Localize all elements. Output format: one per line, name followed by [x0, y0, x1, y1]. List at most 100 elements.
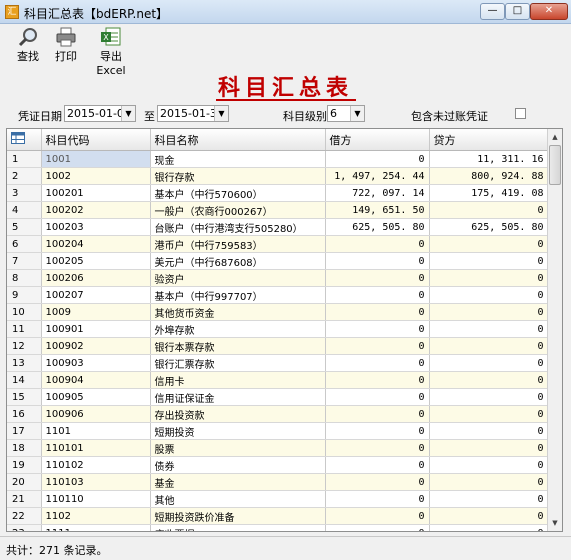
search-button[interactable]: 查找	[14, 27, 42, 64]
column-header-account-name[interactable]: 科目名称	[150, 129, 326, 151]
credit-cell[interactable]: 0	[429, 252, 549, 270]
account-name-cell[interactable]: 股票	[150, 439, 326, 457]
account-code-cell[interactable]: 100905	[41, 388, 151, 406]
debit-cell[interactable]: 0	[325, 354, 430, 372]
credit-cell[interactable]: 0	[429, 303, 549, 321]
date-to-picker[interactable]: 2015-01-31 ▼	[157, 105, 229, 122]
credit-cell[interactable]: 0	[429, 507, 549, 525]
debit-cell[interactable]: 0	[325, 473, 430, 491]
row-number[interactable]: 4	[7, 201, 42, 219]
debit-cell[interactable]: 722, 097. 14	[325, 184, 430, 202]
scroll-down-icon[interactable]: ▼	[549, 516, 561, 530]
level-select[interactable]: 6 ▼	[327, 105, 365, 122]
account-code-cell[interactable]: 100203	[41, 218, 151, 236]
row-number[interactable]: 5	[7, 218, 42, 236]
account-name-cell[interactable]: 验资户	[150, 269, 326, 287]
vertical-scrollbar[interactable]: ▲ ▼	[547, 129, 562, 531]
credit-cell[interactable]: 0	[429, 490, 549, 508]
credit-cell[interactable]: 0	[429, 405, 549, 423]
credit-cell[interactable]: 0	[429, 422, 549, 440]
debit-cell[interactable]: 0	[325, 371, 430, 389]
row-number[interactable]: 10	[7, 303, 42, 321]
credit-cell[interactable]: 0	[429, 439, 549, 457]
account-name-cell[interactable]: 一般户（农商行000267）	[150, 201, 326, 219]
print-button[interactable]: 打印	[52, 27, 80, 64]
account-name-cell[interactable]: 银行存款	[150, 167, 326, 185]
table-row[interactable]: 10 1009 其他货币资金 0 0	[7, 303, 549, 321]
row-number[interactable]: 12	[7, 337, 42, 355]
row-number[interactable]: 8	[7, 269, 42, 287]
credit-cell[interactable]: 0	[429, 320, 549, 338]
account-code-cell[interactable]: 1102	[41, 507, 151, 525]
account-code-cell[interactable]: 1009	[41, 303, 151, 321]
row-number[interactable]: 19	[7, 456, 42, 474]
credit-cell[interactable]: 0	[429, 201, 549, 219]
debit-cell[interactable]: 625, 505. 80	[325, 218, 430, 236]
row-number[interactable]: 14	[7, 371, 42, 389]
debit-cell[interactable]: 0	[325, 507, 430, 525]
debit-cell[interactable]: 0	[325, 303, 430, 321]
debit-cell[interactable]: 0	[325, 320, 430, 338]
credit-cell[interactable]: 0	[429, 269, 549, 287]
account-code-cell[interactable]: 100903	[41, 354, 151, 372]
debit-cell[interactable]: 0	[325, 388, 430, 406]
row-number[interactable]: 15	[7, 388, 42, 406]
column-header-debit[interactable]: 借方	[325, 129, 430, 151]
table-row[interactable]: 20 110103 基金 0 0	[7, 473, 549, 491]
account-name-cell[interactable]: 基本户（中行570600）	[150, 184, 326, 202]
row-number[interactable]: 13	[7, 354, 42, 372]
account-code-cell[interactable]: 1002	[41, 167, 151, 185]
account-name-cell[interactable]: 外埠存款	[150, 320, 326, 338]
account-name-cell[interactable]: 银行汇票存款	[150, 354, 326, 372]
scroll-up-icon[interactable]: ▲	[549, 130, 561, 144]
credit-cell[interactable]: 0	[429, 337, 549, 355]
table-row[interactable]: 16 100906 存出投资款 0 0	[7, 405, 549, 423]
credit-cell[interactable]: 0	[429, 235, 549, 253]
account-code-cell[interactable]: 100904	[41, 371, 151, 389]
debit-cell[interactable]: 0	[325, 150, 430, 168]
debit-cell[interactable]: 0	[325, 422, 430, 440]
chevron-down-icon[interactable]: ▼	[214, 106, 228, 121]
table-row[interactable]: 15 100905 信用证保证金 0 0	[7, 388, 549, 406]
account-name-cell[interactable]: 银行本票存款	[150, 337, 326, 355]
account-name-cell[interactable]: 信用证保证金	[150, 388, 326, 406]
row-number[interactable]: 16	[7, 405, 42, 423]
credit-cell[interactable]: 0	[429, 371, 549, 389]
scrollbar-thumb[interactable]	[549, 145, 561, 185]
account-code-cell[interactable]: 110102	[41, 456, 151, 474]
account-code-cell[interactable]: 100201	[41, 184, 151, 202]
account-name-cell[interactable]: 台账户（中行港湾支行505280）	[150, 218, 326, 236]
account-name-cell[interactable]: 基本户（中行997707）	[150, 286, 326, 304]
row-number[interactable]: 3	[7, 184, 42, 202]
debit-cell[interactable]: 0	[325, 405, 430, 423]
column-header-credit[interactable]: 贷方	[429, 129, 549, 151]
debit-cell[interactable]: 0	[325, 252, 430, 270]
account-code-cell[interactable]: 110110	[41, 490, 151, 508]
credit-cell[interactable]: 800, 924. 88	[429, 167, 549, 185]
row-number[interactable]: 22	[7, 507, 42, 525]
table-row[interactable]: 22 1102 短期投资跌价准备 0 0	[7, 507, 549, 525]
table-row[interactable]: 19 110102 债券 0 0	[7, 456, 549, 474]
maximize-button[interactable]: □	[505, 3, 530, 20]
row-number[interactable]: 9	[7, 286, 42, 304]
table-row[interactable]: 3 100201 基本户（中行570600） 722, 097. 14 175, 419…	[7, 184, 549, 202]
credit-cell[interactable]: 0	[429, 388, 549, 406]
credit-cell[interactable]: 0	[429, 456, 549, 474]
account-code-cell[interactable]: 100207	[41, 286, 151, 304]
account-name-cell[interactable]: 其他货币资金	[150, 303, 326, 321]
account-code-cell[interactable]: 110101	[41, 439, 151, 457]
account-name-cell[interactable]: 港币户（中行759583）	[150, 235, 326, 253]
account-name-cell[interactable]: 基金	[150, 473, 326, 491]
debit-cell[interactable]: 0	[325, 524, 430, 531]
table-row[interactable]: 13 100903 银行汇票存款 0 0	[7, 354, 549, 372]
debit-cell[interactable]: 0	[325, 235, 430, 253]
credit-cell[interactable]: 0	[429, 286, 549, 304]
row-number[interactable]: 21	[7, 490, 42, 508]
minimize-button[interactable]: —	[480, 3, 505, 20]
row-number[interactable]: 20	[7, 473, 42, 491]
column-header-account-code[interactable]: 科目代码	[41, 129, 151, 151]
debit-cell[interactable]: 0	[325, 456, 430, 474]
account-name-cell[interactable]: 短期投资	[150, 422, 326, 440]
account-name-cell[interactable]: 美元户（中行687608）	[150, 252, 326, 270]
row-number[interactable]: 7	[7, 252, 42, 270]
